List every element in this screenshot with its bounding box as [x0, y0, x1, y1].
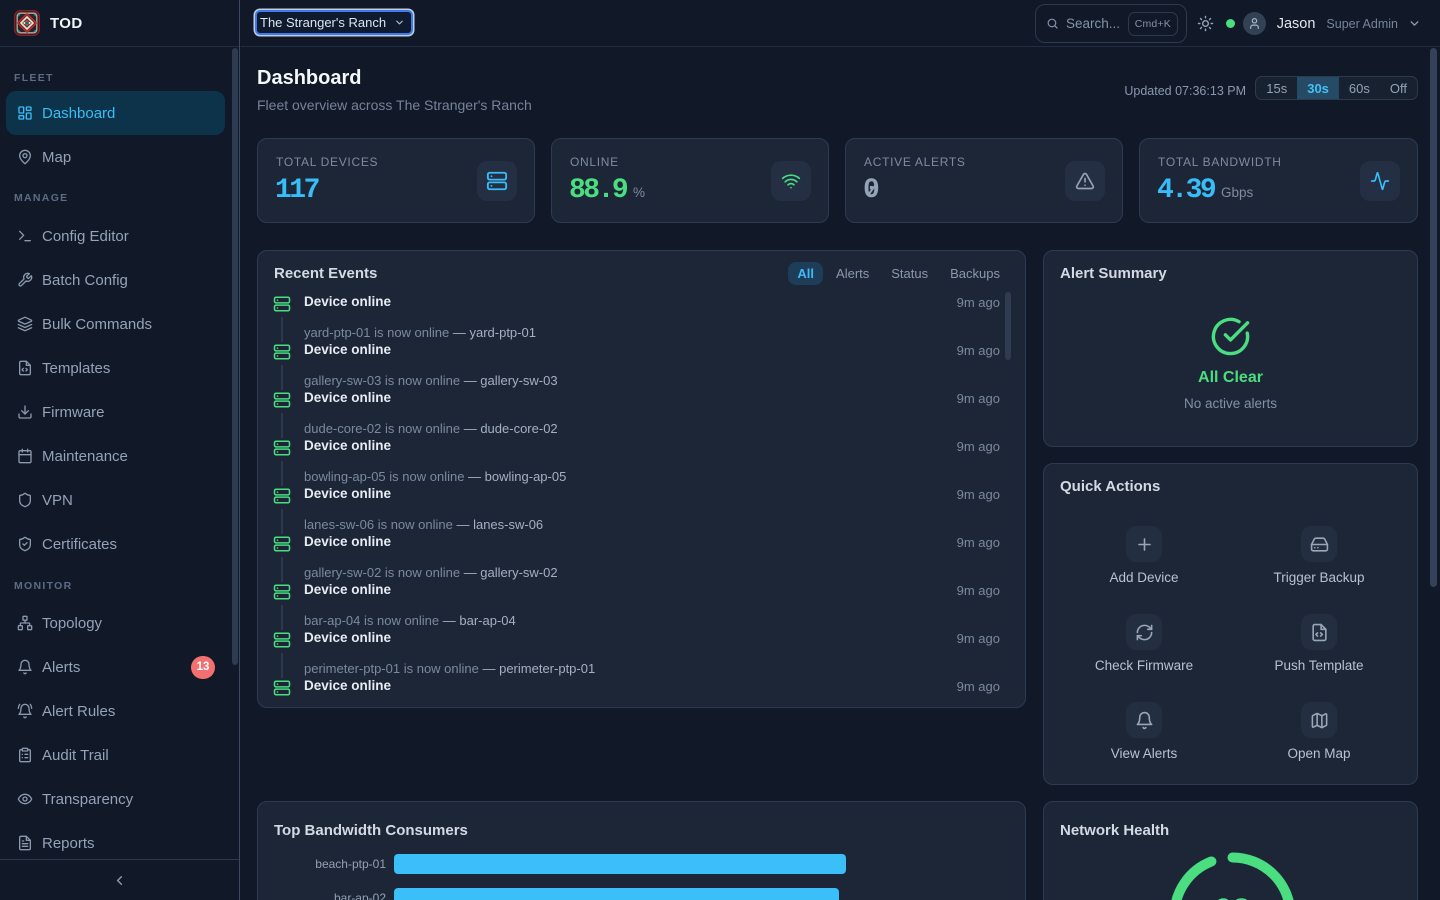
svg-text:98: 98	[1214, 894, 1250, 900]
